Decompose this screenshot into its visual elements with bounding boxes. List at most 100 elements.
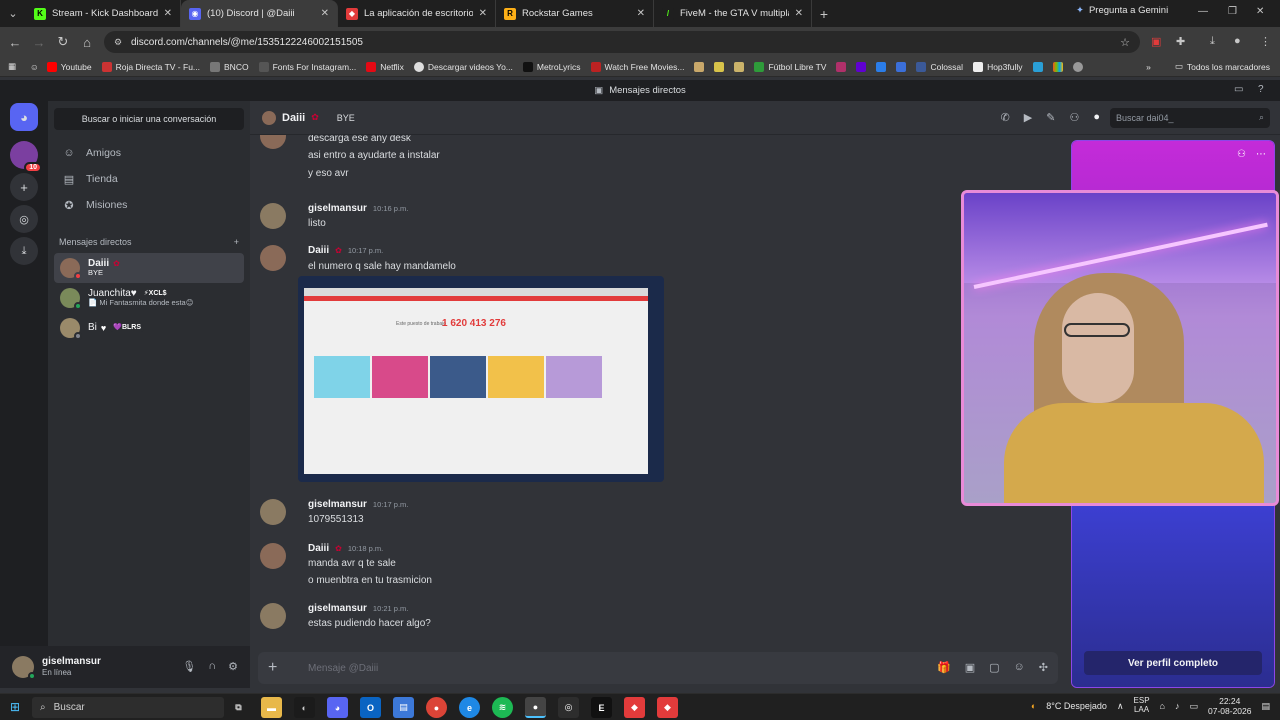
bookmark-hop3fully[interactable]: Hop3fully [973,61,1023,72]
bookmark-icon-i[interactable] [1052,61,1067,72]
sticker-icon[interactable]: ▢ [989,661,999,674]
message-input[interactable]: Mensaje @Daiii [308,663,378,674]
pin-icon[interactable]: ✎ [1046,111,1055,124]
close-tab-icon[interactable]: ✕ [795,8,803,19]
dm-item-juanchita[interactable]: Juanchita♥ ⚡XCL$ 📄 Mi Fantasmita donde est… [54,283,244,313]
add-server-icon[interactable]: + [10,173,38,201]
settings-gear-icon[interactable]: ⚙ [228,660,238,673]
bookmark-descargar[interactable]: Descargar videos Yo... [413,61,513,72]
download-icon[interactable]: ⤓ [1210,35,1215,48]
battery-icon[interactable]: ▭ [1189,701,1198,712]
network-icon[interactable]: ⌂ [1160,701,1165,711]
bookmark-roja-directa[interactable]: Roja Directa TV - Fu... [101,61,200,72]
find-conversation-button[interactable]: Buscar o iniciar una conversación [54,108,244,130]
close-tab-icon[interactable]: ✕ [164,8,172,19]
gift-icon[interactable]: 🎁 [937,661,951,674]
epic-games-icon[interactable]: E [591,697,612,718]
bookmark-icon-a[interactable] [694,61,708,72]
gemini-button[interactable]: ✦ Pregunta a Gemini [1076,5,1168,16]
app-icon[interactable]: ▤ [393,697,414,718]
bookmark-bnco[interactable]: BNCO [210,61,249,72]
browser-tab-active[interactable]: ◉ (10) Discord | @Daiii ✕ [181,0,338,27]
nav-friends[interactable]: ☺ Amigos [56,141,244,165]
task-view-icon[interactable]: ⧉ [228,697,249,718]
browser-tab[interactable]: / FiveM - the GTA V multiplayer m ✕ [654,0,812,27]
notifications-icon[interactable]: ▤ [1261,701,1270,712]
extension-icon[interactable]: ▣ [1151,35,1161,48]
close-tab-icon[interactable]: ✕ [637,8,645,19]
file-explorer-icon[interactable]: ▬ [261,697,282,718]
weather-widget[interactable]: 8°C Despejado [1046,701,1107,711]
browser-tab[interactable]: R Rockstar Games ✕ [496,0,654,27]
user-profile-icon[interactable]: ● [1093,111,1100,124]
nav-quests[interactable]: ✪ Misiones [56,193,244,217]
close-window-icon[interactable]: ✕ [1256,6,1264,17]
bookmark-star-icon[interactable]: ☆ [1120,36,1130,49]
chat-title[interactable]: Daiii [282,112,305,124]
bookmark-icon-d[interactable] [836,61,850,72]
chat-search-input[interactable]: Buscar dai04_ ⌕ [1110,108,1270,128]
language-indicator[interactable]: ESP LAA [1134,696,1150,715]
discover-icon[interactable]: ◎ [10,205,38,233]
add-friend-icon[interactable]: ⚇ [1237,149,1246,160]
forward-icon[interactable]: → [27,35,51,50]
message-composer[interactable]: + Mensaje @Daiii 🎁 ▣ ▢ ☺ ✣ [258,652,1058,684]
taskbar-search[interactable]: ⌕ Buscar [32,697,224,718]
browser-tab[interactable]: ◆ La aplicación de escritorio remo ✕ [338,0,496,27]
show-hidden-icons[interactable]: ∧ [1117,701,1124,712]
gif-icon[interactable]: ▣ [965,661,975,674]
create-dm-icon[interactable]: + [234,237,239,247]
discord-home-icon[interactable]: ◕ [10,103,38,131]
outlook-icon[interactable]: O [360,697,381,718]
dm-item-bi[interactable]: Bi ♥ 💜BLRS [54,313,244,343]
dm-item-daiii[interactable]: Daiii ✿ BYE [54,253,244,283]
anydesk-taskbar-icon-2[interactable]: ◆ [657,697,678,718]
maximize-icon[interactable]: ❐ [1228,6,1237,17]
view-full-profile-button[interactable]: Ver perfil completo [1084,651,1262,675]
chrome-icon[interactable]: ● [426,697,447,718]
nav-shop[interactable]: ▤ Tienda [56,167,244,191]
headphones-icon[interactable]: ∩ [208,660,216,673]
site-info-icon[interactable]: ⚙ [114,37,125,48]
menu-dots-icon[interactable]: ⋮ [1260,35,1271,48]
avatar[interactable] [260,543,286,569]
more-bookmarks-icon[interactable]: » [1146,62,1151,72]
apps-icon[interactable]: ✣ [1039,661,1048,674]
bookmark-icon-g[interactable] [896,61,910,72]
emoji-bookmark-icon[interactable]: ☺ [30,62,39,72]
bookmark-netflix[interactable]: Netflix [366,61,404,72]
all-bookmarks[interactable]: » ▭ Todos los marcadores [1146,61,1270,72]
volume-icon[interactable]: ♪ [1175,701,1180,711]
help-icon[interactable]: ? [1258,84,1264,95]
minimize-icon[interactable]: — [1198,6,1208,17]
inbox-icon[interactable]: ▭ [1234,84,1243,95]
url-input[interactable]: ⚙ discord.com/channels/@me/1535122246002… [104,31,1140,53]
spotify-icon[interactable]: ≋ [492,697,513,718]
close-tab-icon[interactable]: ✕ [321,8,329,19]
avatar[interactable] [260,203,286,229]
bookmark-youtube[interactable]: Youtube [46,61,92,72]
extensions-icon[interactable]: ✚ [1176,35,1185,48]
bookmark-icon-h[interactable] [1032,61,1047,72]
voice-call-icon[interactable]: ✆ [1001,111,1010,124]
image-attachment[interactable]: Este puesto de trabajo 1 620 413 276 [298,276,664,482]
profile-avatar-icon[interactable]: ● [1234,35,1241,47]
bookmark-icon-f[interactable] [876,61,890,72]
emoji-icon[interactable]: ☺ [1014,661,1025,674]
reload-icon[interactable]: ↻ [51,34,75,50]
discord-taskbar-icon[interactable]: ◕ [327,697,348,718]
anydesk-taskbar-icon[interactable]: ◆ [624,697,645,718]
apps-grid-icon[interactable]: ▦ [8,61,16,72]
close-tab-icon[interactable]: ✕ [479,8,487,19]
steam-icon[interactable]: ◎ [558,697,579,718]
avatar[interactable] [260,603,286,629]
back-icon[interactable]: ← [3,35,27,50]
bookmark-icon-j[interactable] [1072,61,1087,72]
bookmark-icon-b[interactable] [714,61,728,72]
avatar[interactable] [260,245,286,271]
obs-icon[interactable]: ◐ [294,697,315,718]
avatar[interactable] [260,135,286,149]
bookmark-icon-c[interactable] [734,61,748,72]
user-avatar[interactable] [12,656,36,680]
bookmark-icon-e[interactable] [856,61,870,72]
